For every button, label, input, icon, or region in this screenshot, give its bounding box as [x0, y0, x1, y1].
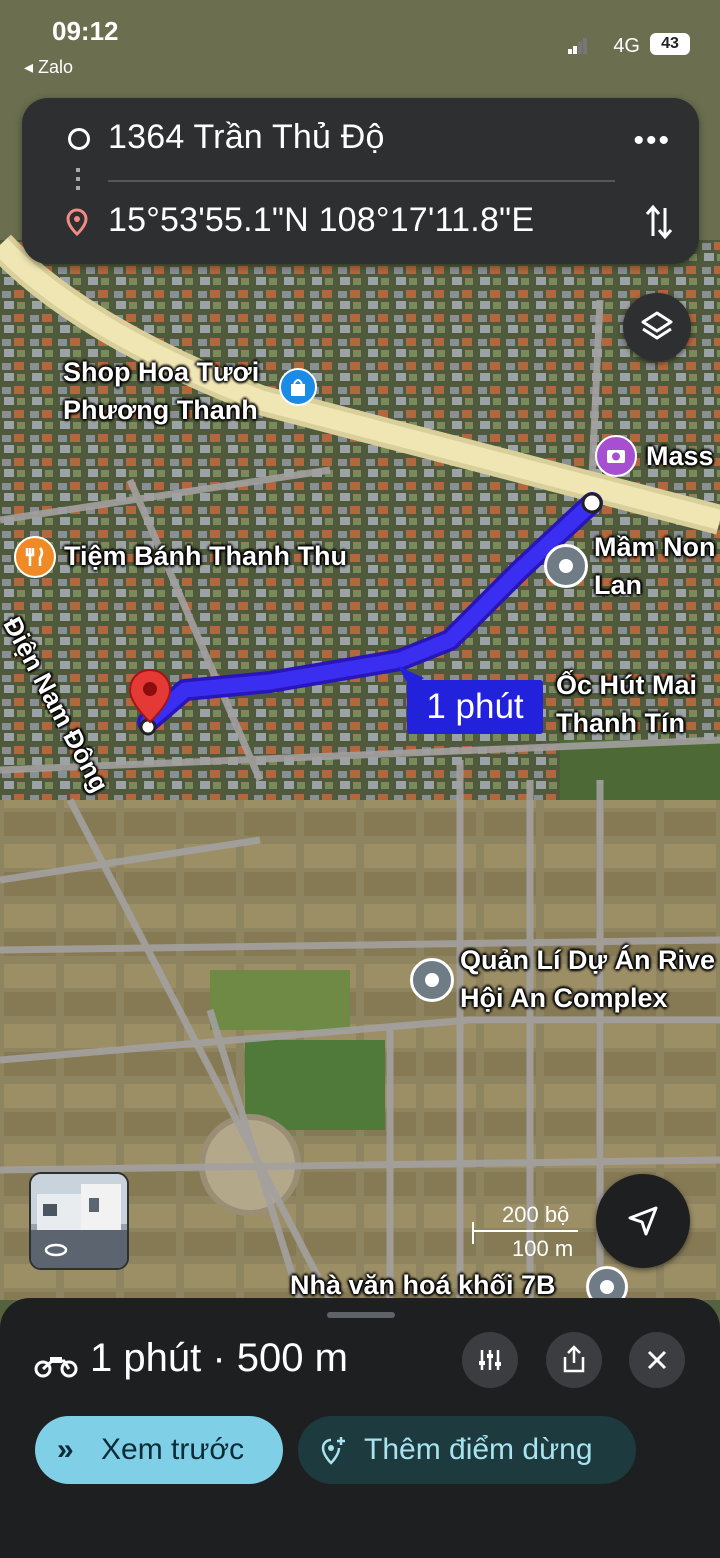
scale-feet: 200 bộ [502, 1202, 570, 1227]
duration-label-pointer [398, 666, 424, 688]
clock: 09:12 [52, 16, 119, 46]
status-bar: 09:12 ◂ Zalo 4G 43 [0, 0, 720, 90]
route-dots-icon [76, 168, 80, 192]
layers-button[interactable] [623, 293, 691, 361]
double-chevron-icon: » [57, 1433, 74, 1466]
route-options-icon [479, 1350, 501, 1370]
layers-icon [641, 311, 673, 340]
place-label-mass[interactable]: Mass [646, 437, 714, 475]
divider [108, 180, 615, 182]
add-location-icon [321, 1437, 345, 1465]
preview-label: Xem trước [101, 1433, 245, 1466]
add-stop-button[interactable]: Thêm điểm dừng [298, 1416, 636, 1484]
place-label-tiem-banh[interactable]: Tiệm Bánh Thanh Thu [64, 537, 347, 575]
destination-pin-icon [128, 668, 172, 724]
place-label-shop-hoa[interactable]: Shop Hoa Tươi Phương Thanh [63, 353, 259, 429]
destination-pin-outline-icon [66, 208, 88, 236]
motorcycle-icon [34, 1357, 78, 1378]
map-scale: 200 bộ 100 m [472, 1202, 582, 1262]
route-bottom-sheet: 1 phút · 500 m » Xem trước Thêm điểm dừn… [0, 1298, 720, 1558]
close-button[interactable] [629, 1332, 685, 1388]
place-label-mam-non[interactable]: Mầm Non Lan [594, 528, 716, 604]
destination-field[interactable]: 15°53'55.1"N 108°17'11.8"E [108, 201, 534, 240]
swap-vertical-icon[interactable] [645, 202, 673, 242]
signal-icon [568, 38, 587, 54]
start-navigation-button[interactable] [596, 1174, 690, 1268]
street-view-thumbnail[interactable] [29, 1172, 129, 1270]
restaurant-icon[interactable] [14, 536, 56, 578]
place-name: Shop Hoa Tươi Phương Thanh [63, 357, 260, 425]
scale-meters: 100 m [512, 1236, 574, 1261]
camera-icon[interactable] [595, 435, 637, 477]
place-label-oc-hut[interactable]: Ốc Hút Mai Thanh Tín [556, 666, 697, 742]
directions-card: 1364 Trần Thủ Độ 15°53'55.1"N 108°17'11.… [22, 98, 699, 264]
preview-button[interactable]: » Xem trước [35, 1416, 283, 1484]
place-icon[interactable] [410, 958, 454, 1002]
add-stop-label: Thêm điểm dừng [364, 1433, 593, 1466]
share-button[interactable] [546, 1332, 602, 1388]
drag-handle[interactable] [327, 1312, 395, 1318]
navigation-arrow-icon [628, 1206, 658, 1236]
shopping-bag-icon[interactable] [279, 368, 317, 406]
route-duration-label[interactable]: 1 phút [407, 680, 543, 734]
network-type: 4G [613, 35, 640, 57]
street-view-rotate-icon [44, 1243, 68, 1257]
origin-circle-icon [68, 128, 90, 150]
place-icon[interactable] [544, 544, 588, 588]
place-label-quan-li[interactable]: Quản Lí Dự Án Rive Hội An Complex [460, 941, 715, 1017]
route-options-button[interactable] [462, 1332, 518, 1388]
back-to-app-link[interactable]: ◂ Zalo [24, 57, 73, 78]
close-icon [647, 1350, 667, 1370]
route-summary-text: 1 phút · 500 m [90, 1336, 348, 1380]
more-horizontal-icon[interactable]: ••• [633, 124, 671, 158]
origin-field[interactable]: 1364 Trần Thủ Độ [108, 118, 385, 157]
battery-indicator: 43 [650, 33, 690, 55]
share-icon [563, 1345, 585, 1373]
